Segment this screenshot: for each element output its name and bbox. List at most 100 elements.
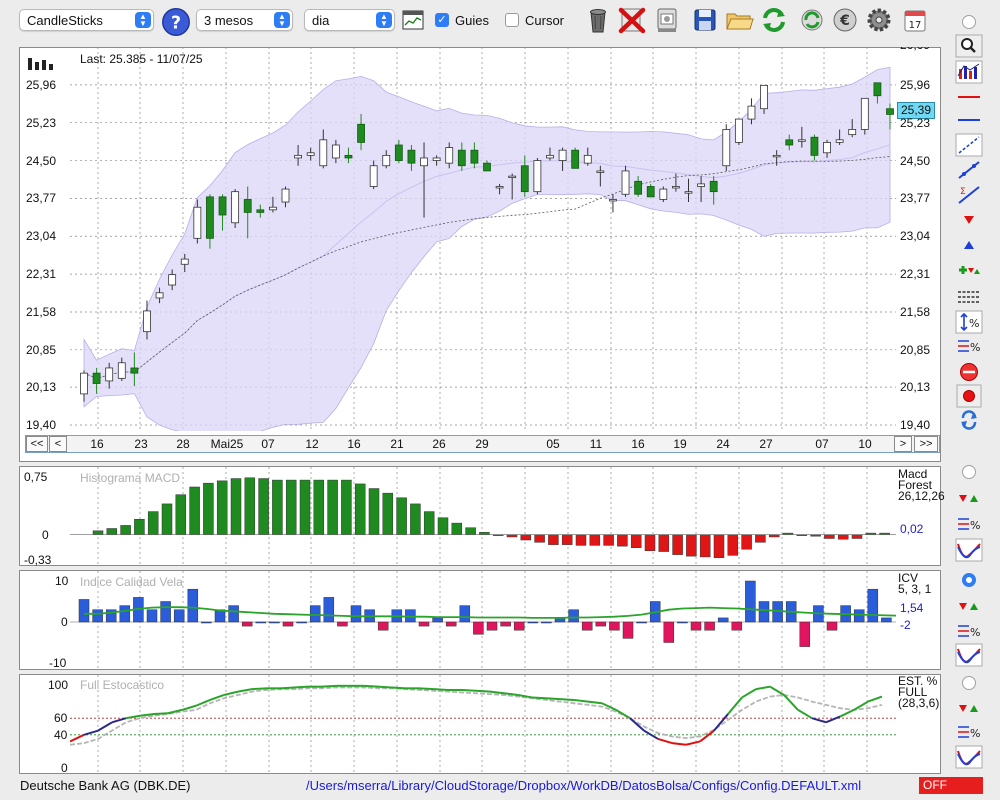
lines-percent-icon[interactable]: % [955, 334, 983, 358]
arrow-up-icon[interactable] [955, 233, 983, 257]
reload-icon[interactable] [797, 5, 827, 35]
delete-icon[interactable] [617, 5, 647, 35]
cursor-checkbox[interactable] [505, 13, 519, 27]
settings-icon[interactable] [864, 5, 894, 35]
y-tick-label-right: 22,31 [900, 267, 931, 282]
macd-bar [147, 511, 159, 535]
icv-bar [513, 621, 525, 631]
nav-last-button[interactable]: >> [914, 436, 938, 452]
vertical-percent-icon[interactable]: % [955, 310, 983, 334]
candle-body [697, 183, 705, 187]
candle-body [445, 147, 454, 164]
nav-prev-button[interactable]: < [49, 436, 67, 452]
icv-bar [881, 617, 892, 623]
stochastic-k-segment [587, 700, 603, 705]
calendar-icon[interactable]: 17 [900, 5, 930, 35]
icv-bar [187, 588, 199, 623]
sync-icon[interactable] [955, 408, 983, 432]
lines-percent-icon[interactable]: % [955, 720, 983, 744]
stochastic-y-tick-label: 100 [48, 678, 69, 692]
interval-select[interactable]: dia ▲ ▼ [304, 9, 395, 31]
icv-bar [527, 621, 539, 624]
candle-body [180, 258, 189, 265]
candle-body [231, 191, 240, 224]
add-signals-icon[interactable] [955, 258, 983, 282]
icv-panel-radio[interactable] [962, 573, 976, 587]
candle-body [117, 362, 126, 379]
candle-body [596, 170, 605, 173]
candle-body [823, 142, 831, 154]
blue-line-icon[interactable] [955, 108, 983, 132]
macd-bar [713, 534, 725, 558]
record-icon[interactable] [955, 384, 983, 408]
oscillator-icon[interactable] [955, 745, 983, 769]
candle-body [684, 191, 693, 194]
stochastic-k-segment [461, 688, 477, 692]
signals-icon[interactable] [955, 696, 983, 720]
candle-body [672, 186, 680, 189]
oscillator-icon[interactable] [955, 643, 983, 667]
price-chart[interactable] [70, 47, 896, 431]
icv-bar [377, 621, 389, 631]
trash-icon[interactable] [583, 5, 613, 35]
oscillator-icon[interactable] [955, 538, 983, 562]
period-select[interactable]: 3 mesos ▲ ▼ [196, 9, 293, 31]
no-entry-icon[interactable] [955, 360, 983, 384]
signals-icon[interactable] [955, 594, 983, 618]
trendline-icon[interactable] [955, 158, 983, 182]
icv-bar [541, 621, 552, 624]
nav-next-button[interactable]: > [894, 436, 912, 452]
x-tick-label: 23 [134, 437, 148, 451]
stochastic-k-segment [671, 742, 687, 746]
stochastic-panel-radio[interactable] [962, 676, 976, 690]
candle-body [848, 129, 857, 136]
chart-type-select[interactable]: CandleSticks ▲ ▼ [19, 9, 154, 31]
grid-lines-icon[interactable] [955, 284, 983, 308]
icv-bar [799, 621, 811, 647]
config-path-link[interactable]: /Users/mserra/Library/CloudStorage/Dropb… [306, 778, 861, 793]
y-tick-label-right: 25,96 [900, 77, 931, 92]
y-tick-label-right: 23,77 [900, 191, 931, 206]
macd-histogram[interactable] [70, 467, 896, 565]
zoom-icon[interactable] [955, 34, 983, 58]
svg-text:%: % [970, 626, 980, 639]
screenshot-icon[interactable] [652, 5, 682, 35]
stochastic-y-tick-label: 60 [54, 711, 68, 726]
currency-icon[interactable]: € [830, 5, 860, 35]
y-tick-label-left: 25,23 [26, 115, 57, 130]
icv-bar [241, 621, 253, 627]
candle-body [155, 292, 164, 299]
mode-badge[interactable]: OFF [919, 777, 983, 794]
trendline-dashed-icon[interactable] [955, 133, 983, 157]
indicator-chart-icon[interactable] [955, 60, 983, 84]
sigma-trendline-icon[interactable]: Σ [955, 183, 983, 207]
red-line-icon[interactable] [955, 85, 983, 109]
arrow-down-icon[interactable] [955, 208, 983, 232]
x-tick-label: 11 [589, 437, 603, 451]
icv-bar [432, 617, 443, 623]
macd-bar [327, 479, 338, 535]
guides-checkbox[interactable]: ✓ [435, 13, 449, 27]
cursor-label: Cursor [525, 13, 565, 28]
stochastic-k-segment [363, 684, 379, 688]
icv-bar [255, 621, 267, 624]
help-icon[interactable]: ? [161, 7, 191, 37]
nav-first-button[interactable]: << [26, 436, 48, 452]
save-icon[interactable] [690, 5, 720, 35]
signals-icon[interactable] [955, 486, 983, 510]
stochastic-chart[interactable] [70, 675, 896, 773]
icv-bar [677, 621, 688, 624]
icv-chart[interactable] [70, 571, 896, 669]
y-tick-label-left: 19,40 [26, 418, 57, 432]
candle-body [520, 165, 529, 193]
lines-percent-icon[interactable]: % [955, 512, 983, 536]
candle-body [306, 152, 315, 156]
chart-mode-icon[interactable] [402, 9, 424, 31]
icv-bar [663, 621, 675, 643]
main-panel-radio[interactable] [962, 15, 976, 29]
macd-panel-radio[interactable] [962, 465, 976, 479]
refresh-icon[interactable] [759, 5, 789, 35]
open-folder-icon[interactable] [724, 5, 754, 35]
lines-percent-icon[interactable]: % [955, 619, 983, 643]
macd-bar [851, 534, 863, 539]
